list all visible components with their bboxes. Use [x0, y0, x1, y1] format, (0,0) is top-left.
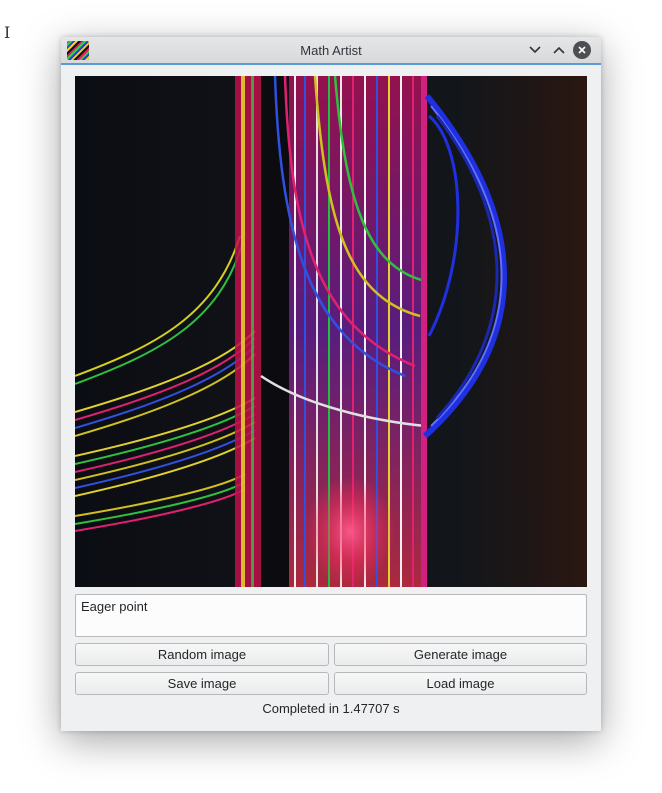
load-image-button[interactable]: Load image — [334, 672, 587, 695]
title-bar[interactable]: Math Artist — [61, 37, 601, 65]
maximize-button[interactable] — [550, 41, 568, 59]
generated-image — [75, 76, 587, 587]
math-artist-window: Math Artist Eager point Random image Gen… — [61, 37, 601, 731]
chevron-up-icon — [553, 46, 565, 54]
chevron-down-icon — [529, 46, 541, 54]
generate-image-button[interactable]: Generate image — [334, 643, 587, 666]
expression-text: Eager point — [81, 599, 148, 614]
close-button[interactable] — [573, 41, 591, 59]
expression-field[interactable]: Eager point — [75, 594, 587, 637]
minimize-button[interactable] — [526, 41, 544, 59]
status-text: Completed in 1.47707 s — [262, 701, 400, 716]
window-title: Math Artist — [300, 43, 362, 58]
close-icon — [578, 46, 586, 54]
save-image-button[interactable]: Save image — [75, 672, 329, 695]
random-image-button[interactable]: Random image — [75, 643, 329, 666]
text-cursor-icon: I — [4, 23, 11, 42]
